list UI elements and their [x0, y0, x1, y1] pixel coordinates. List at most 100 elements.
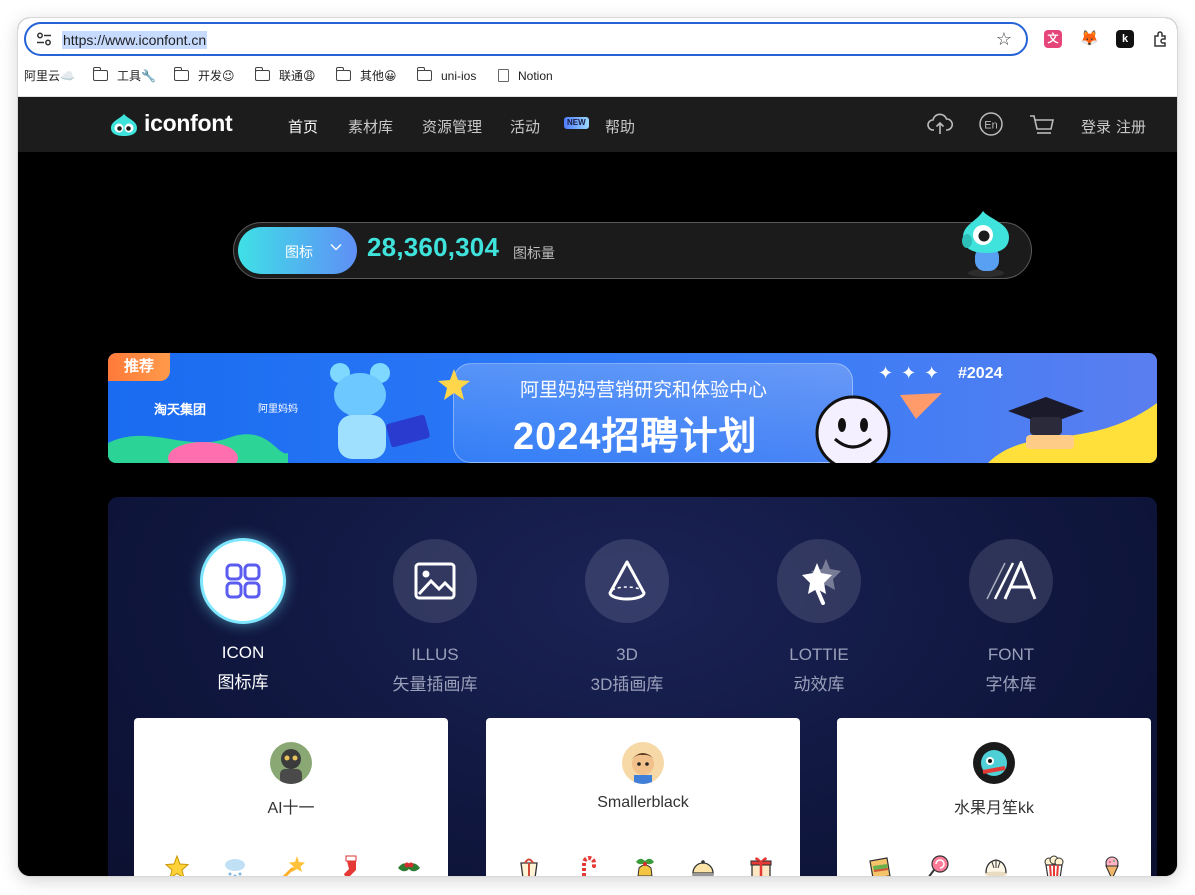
graduation-cap-illustration	[988, 397, 1157, 463]
collection-author-name[interactable]: 水果月笙kk	[837, 794, 1151, 818]
svg-text:En: En	[984, 120, 997, 132]
banner-wave-decoration	[108, 434, 288, 463]
nav-activities[interactable]: 活动	[510, 116, 540, 137]
category-en-label: ICON	[221, 643, 265, 662]
banner-brand: 淘天集团	[154, 402, 207, 417]
login-link[interactable]: 登录	[1081, 116, 1111, 137]
mascot-icon	[962, 211, 1009, 277]
translate-extension-icon[interactable]: 文	[1044, 30, 1062, 48]
category-illus-library[interactable]: ILLUS 矢量插画库	[365, 539, 505, 695]
lollipop-icon[interactable]	[925, 854, 951, 876]
register-link[interactable]: 注册	[1116, 116, 1146, 137]
browser-chrome: https://www.iconfont.cn ☆ 文 🦊 k 阿里云☁️ 工具…	[18, 18, 1177, 97]
metamask-extension-icon[interactable]: 🦊	[1080, 30, 1099, 48]
logo-mascot-icon	[111, 114, 137, 136]
gift-bag-icon[interactable]	[516, 854, 542, 876]
upload-cloud-icon[interactable]	[927, 111, 953, 137]
bookmarks-bar: 阿里云☁️ 工具🔧 开发😉 联通😩 其他😀 uni-ios Notion	[18, 66, 1177, 88]
avatar[interactable]	[973, 742, 1015, 784]
page-content: iconfont 首页 素材库 资源管理 活动 NEW 帮助 En 登录 注册	[18, 97, 1177, 876]
bookmark-notion[interactable]: Notion	[498, 66, 553, 86]
category-zh-label: 3D插画库	[590, 675, 664, 694]
bookmark-star-icon[interactable]: ☆	[996, 29, 1012, 49]
nav-home[interactable]: 首页	[288, 116, 318, 137]
collection-card[interactable]: AI十一	[134, 718, 448, 876]
collection-author-name[interactable]: Smallerblack	[486, 794, 800, 812]
popcorn-icon[interactable]	[1041, 854, 1067, 876]
star-icon[interactable]	[164, 854, 190, 876]
category-en-label: FONT	[987, 645, 1035, 664]
bookmark-aliyun[interactable]: 阿里云☁️	[24, 66, 75, 86]
font-icon	[986, 561, 1037, 600]
gift-box-icon[interactable]	[748, 854, 774, 876]
banner-sparkles: ✦✦✦	[878, 363, 948, 383]
address-bar[interactable]: https://www.iconfont.cn ☆	[24, 22, 1028, 56]
category-zh-label: 字体库	[985, 675, 1037, 694]
collection-card[interactable]: 水果月笙kk	[837, 718, 1151, 876]
url-text[interactable]: https://www.iconfont.cn	[62, 31, 208, 49]
folder-icon	[173, 67, 189, 81]
category-font-library[interactable]: FONT 字体库	[941, 539, 1081, 695]
search-type-label: 图标	[285, 244, 313, 260]
nav-help[interactable]: 帮助	[605, 116, 635, 137]
promo-banner[interactable]: 推荐 淘天集团 阿里妈妈 阿里妈妈营销研究和体验中心 2024招聘计划 ✦✦✦ …	[108, 353, 1157, 463]
christmas-bell-icon[interactable]	[632, 854, 658, 876]
library-section: ICON 图标库 ILLUS 矢量插画库 3D 3D插画库 LOTTIE 动效库…	[108, 497, 1157, 876]
category-3d-library[interactable]: 3D 3D插画库	[557, 539, 697, 695]
shooting-star-icon[interactable]	[280, 854, 306, 876]
snow-cloud-icon[interactable]	[222, 854, 248, 876]
bookmark-folder-unicom[interactable]: 联通😩	[254, 66, 316, 86]
banner-character-illustration	[330, 363, 430, 459]
taco-icon[interactable]	[867, 854, 893, 876]
avatar[interactable]	[270, 742, 312, 784]
language-en-icon[interactable]: En	[978, 111, 1004, 137]
category-circle	[585, 539, 669, 623]
category-zh-label: 动效库	[793, 675, 845, 694]
nav-materials[interactable]: 素材库	[348, 116, 393, 137]
bookmark-folder-other[interactable]: 其他😀	[335, 66, 397, 86]
bookmark-folder-dev[interactable]: 开发😉	[173, 66, 235, 86]
folder-icon	[92, 67, 108, 81]
new-badge: NEW	[564, 117, 589, 129]
k-extension-icon[interactable]: k	[1116, 30, 1134, 48]
search-type-dropdown[interactable]: 图标	[238, 227, 357, 274]
cloche-icon[interactable]	[690, 854, 716, 876]
stocking-icon[interactable]	[338, 854, 364, 876]
top-nav: iconfont 首页 素材库 资源管理 活动 NEW 帮助 En 登录 注册	[18, 97, 1177, 152]
category-zh-label: 矢量插画库	[392, 675, 478, 694]
ice-cream-icon[interactable]	[1099, 854, 1125, 876]
collection-author-name[interactable]: AI十一	[134, 794, 448, 818]
cone-icon	[608, 560, 646, 601]
folder-icon	[254, 67, 270, 81]
image-icon	[414, 562, 456, 600]
category-icon-library[interactable]: ICON 图标库	[173, 539, 313, 693]
category-circle	[777, 539, 861, 623]
grid-icon	[225, 563, 261, 599]
chevron-down-icon	[330, 244, 342, 251]
folder-icon	[416, 67, 432, 81]
icon-count-label: 图标量	[513, 245, 555, 261]
bookmark-folder-tools[interactable]: 工具🔧	[92, 66, 156, 86]
category-circle	[203, 541, 283, 621]
collection-card[interactable]: Smallerblack	[486, 718, 800, 876]
category-circle	[393, 539, 477, 623]
search-bar[interactable]: 图标 28,360,304 图标量	[233, 211, 1032, 279]
candy-cane-icon[interactable]	[574, 854, 600, 876]
nav-resources[interactable]: 资源管理	[422, 116, 482, 137]
banner-subtitle: 阿里妈妈营销研究和体验中心	[520, 380, 768, 401]
cart-icon[interactable]	[1029, 111, 1055, 137]
site-settings-icon[interactable]	[36, 32, 52, 46]
extensions-puzzle-icon[interactable]	[1152, 30, 1170, 48]
banner-star-decoration	[438, 369, 470, 400]
category-en-label: ILLUS	[411, 645, 459, 664]
category-lottie-library[interactable]: LOTTIE 动效库	[749, 539, 889, 695]
category-zh-label: 图标库	[217, 673, 269, 692]
logo-text: iconfont	[144, 110, 233, 136]
avatar[interactable]	[622, 742, 664, 784]
bookmark-folder-uni-ios[interactable]: uni-ios	[416, 66, 476, 86]
holly-icon[interactable]	[396, 854, 422, 876]
document-icon	[498, 69, 509, 82]
category-en-label: 3D	[616, 645, 638, 664]
collection-icons	[867, 854, 1127, 876]
dumpling-icon[interactable]	[983, 854, 1009, 876]
